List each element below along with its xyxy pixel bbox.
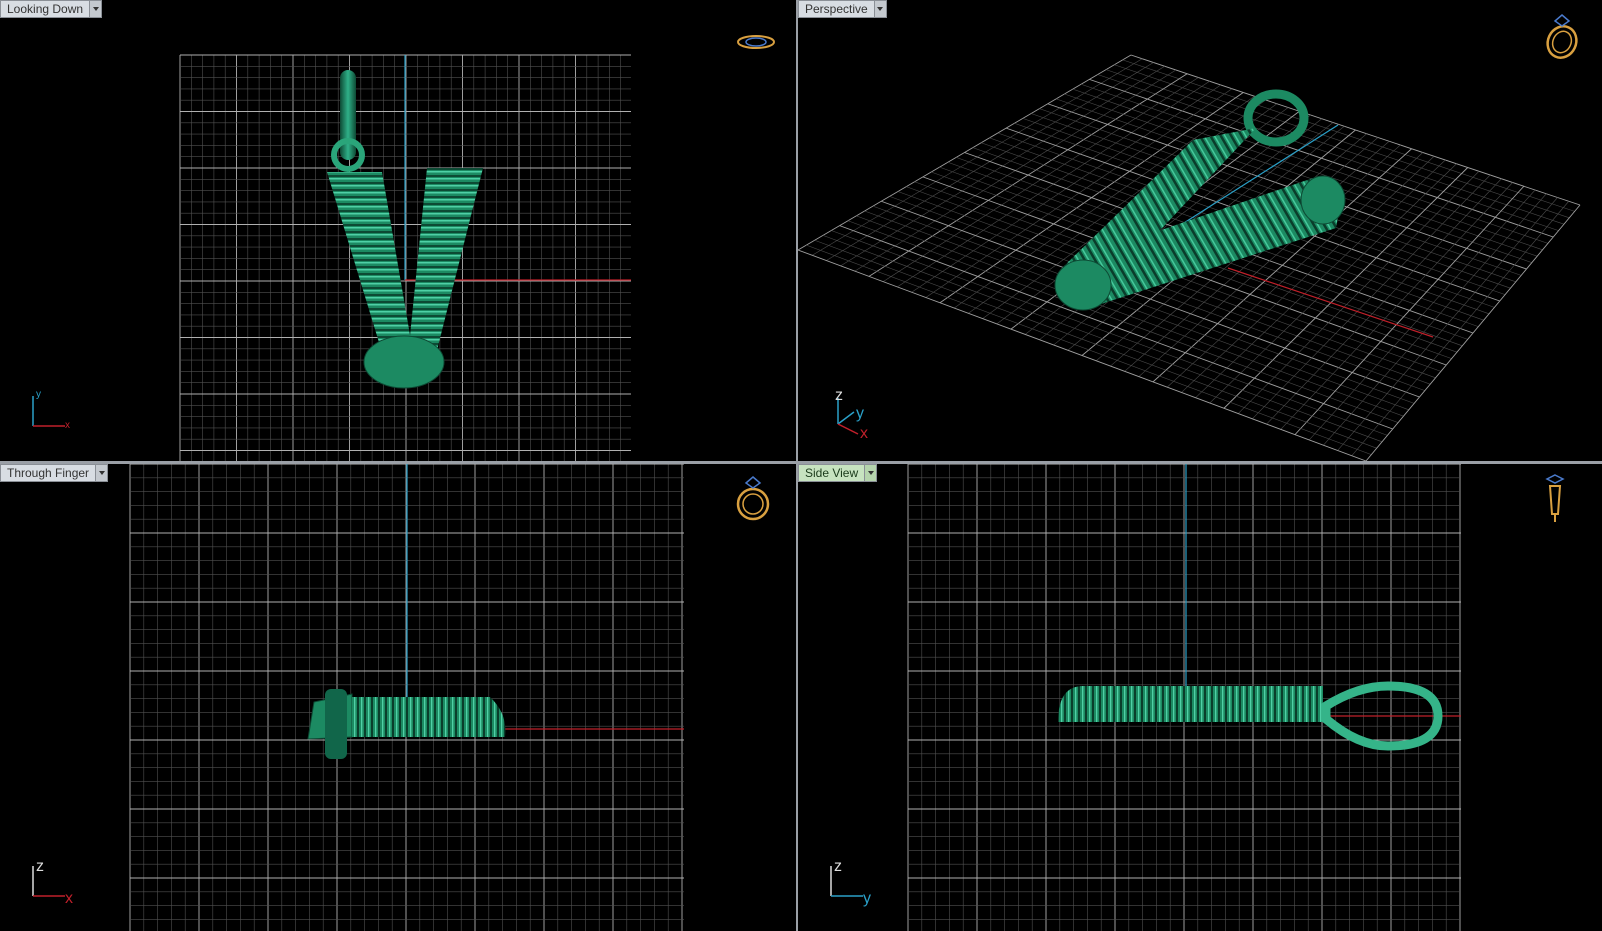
ring-front-icon[interactable]: [733, 474, 773, 524]
axis-label-z: z: [834, 858, 842, 875]
viewport-through-finger[interactable]: Through Finger z x: [0, 464, 796, 931]
perspective-scene: [798, 54, 1581, 461]
axis-label-y: y: [36, 389, 41, 400]
axis-label-x: x: [65, 420, 70, 431]
viewport-label[interactable]: Perspective: [798, 0, 887, 18]
viewport-label[interactable]: Side View: [798, 464, 878, 482]
axis-indicator: [837, 398, 859, 435]
axis-label-z: z: [36, 858, 44, 875]
axis-label-y: y: [856, 405, 864, 422]
axis-label-x: x: [860, 425, 868, 442]
chevron-down-icon[interactable]: [89, 1, 102, 17]
viewport-perspective[interactable]: Perspective z y x: [798, 0, 1602, 461]
ring-perspective-icon[interactable]: [1540, 12, 1584, 62]
front-view-scene: [129, 464, 684, 931]
viewport-name[interactable]: Through Finger: [1, 465, 96, 481]
side-view-scene: [907, 464, 1461, 931]
axis-label-y: y: [863, 890, 871, 907]
ring-top-icon[interactable]: [735, 30, 777, 54]
chevron-down-icon[interactable]: [95, 465, 108, 481]
viewport-label[interactable]: Looking Down: [0, 0, 103, 18]
viewport-name[interactable]: Perspective: [799, 1, 874, 17]
x-axis-line: [1227, 267, 1434, 338]
viewport-name[interactable]: Side View: [799, 465, 865, 481]
ring-side-icon[interactable]: [1540, 474, 1570, 524]
top-view-scene: [179, 54, 631, 461]
viewport-side-view[interactable]: Side View z y: [798, 464, 1602, 931]
chevron-down-icon[interactable]: [873, 1, 886, 17]
chevron-down-icon[interactable]: [864, 465, 877, 481]
axis-label-x: x: [65, 890, 73, 907]
pendant-v-model[interactable]: [1054, 89, 1346, 311]
bail-loop: [340, 70, 356, 160]
axis-label-z: z: [835, 387, 843, 404]
viewport-label[interactable]: Through Finger: [0, 464, 109, 482]
viewport-looking-down[interactable]: Looking Down y x: [0, 0, 796, 461]
viewport-name[interactable]: Looking Down: [1, 1, 90, 17]
pendant-v-model[interactable]: [307, 689, 506, 759]
